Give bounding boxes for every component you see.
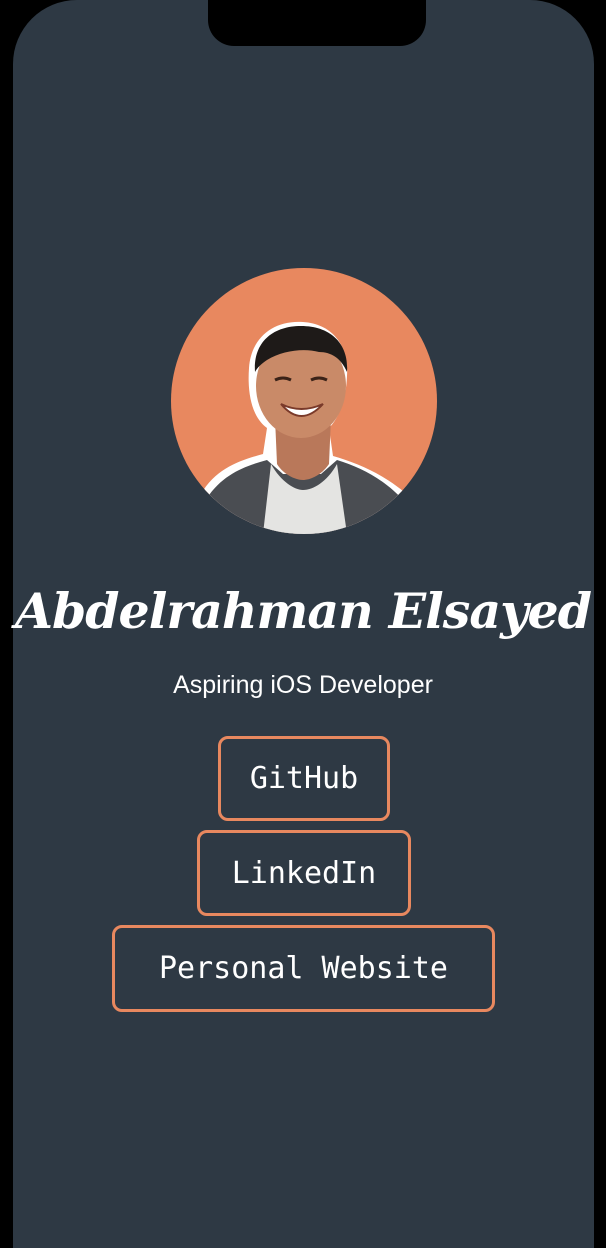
personal-website-button[interactable]: Personal Website [112, 925, 495, 1012]
phone-frame: Abdelrahman Elsayed Aspiring iOS Develop… [0, 0, 606, 1248]
github-button[interactable]: GitHub [218, 736, 390, 821]
avatar [171, 268, 437, 534]
device-notch [208, 0, 426, 46]
profile-photo-image [171, 321, 437, 534]
profile-subtitle: Aspiring iOS Developer [173, 671, 433, 699]
profile-name: Abdelrahman Elsayed [14, 582, 592, 640]
linkedin-button[interactable]: LinkedIn [197, 830, 411, 916]
